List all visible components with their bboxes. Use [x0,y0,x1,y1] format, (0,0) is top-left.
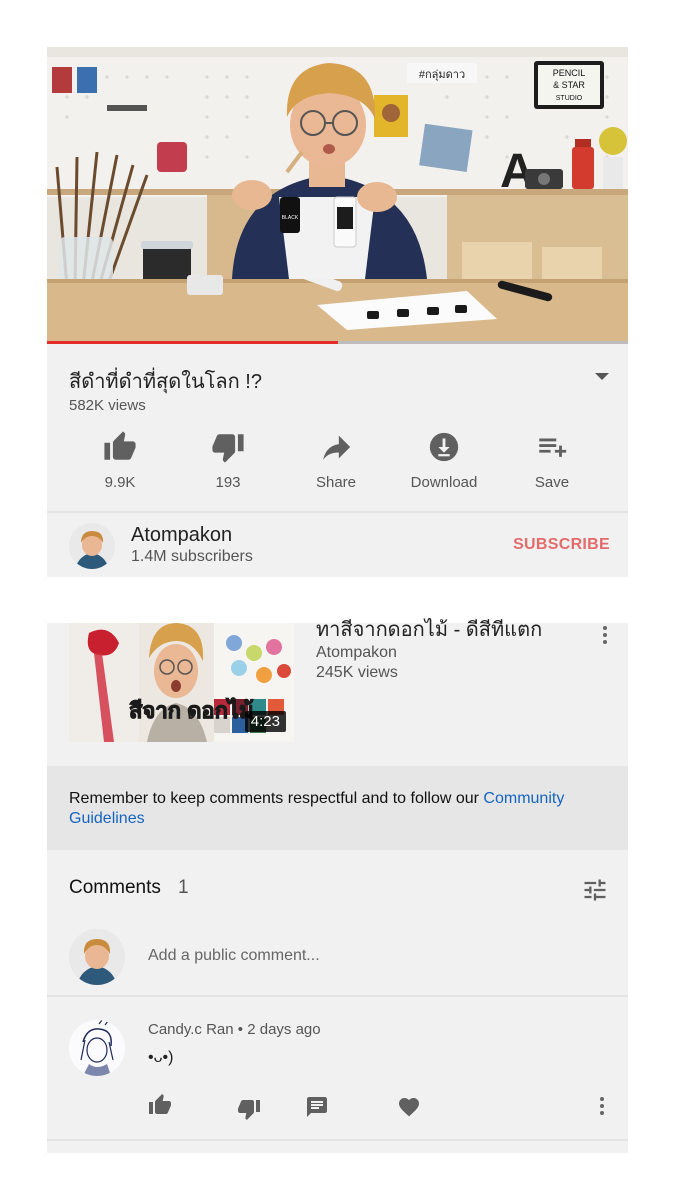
user-avatar-photo [69,929,125,985]
channel-name[interactable]: Atompakon [131,524,232,547]
comment-text: •ᴗ•) [148,1049,174,1066]
sign-line-1: PENCIL [553,68,586,78]
video-player[interactable]: PENCIL & STAR STUDIO #กลุ่มดาว A BLACK [47,47,628,344]
share-icon [323,435,351,460]
thumbs-up-icon [104,431,136,460]
video-info-panel: PENCIL & STAR STUDIO #กลุ่มดาว A BLACK ส… [47,47,628,577]
sign-line-2: & STAR [553,80,585,90]
thumbs-down-icon [212,434,244,463]
wall-tag-text: #กลุ่มดาว [419,69,465,81]
video-duration: 4:23 [244,711,286,732]
video-actions-bar: 9.9K 193 Share Download Save [47,430,628,500]
comment-meta-separator: • [237,1021,244,1038]
bottle-label: BLACK [282,215,299,221]
sign-line-3: STUDIO [556,95,583,102]
download-icon [429,432,459,462]
subscriber-count: 1.4M subscribers [131,548,253,565]
view-count: 582K views [69,397,146,414]
next-video-title[interactable]: ทาสีจากดอกไม้ - ดีสีทีแตก [316,613,542,645]
avatar-photo [69,523,115,569]
commenter-avatar-drawing [69,1020,125,1076]
next-video-thumbnail[interactable]: สีจาก ดอกไม้ 4:23 [69,623,294,742]
video-title: สีดำที่ดำที่สุดในโลก !? [69,371,262,393]
divider [47,511,628,513]
share-label: Share [315,474,357,491]
video-frame-illustration: PENCIL & STAR STUDIO #กลุ่มดาว A BLACK [47,47,628,344]
share-button[interactable]: Share [286,430,386,500]
community-notice-message: Remember to keep comments respectful and… [69,790,484,807]
comments-count: 1 [178,877,189,898]
video-progress-played [47,341,338,344]
commenter-avatar[interactable] [69,1020,125,1076]
comment-time: 2 days ago [247,1021,321,1038]
divider [47,1139,628,1141]
comments-heading: Comments [69,877,161,898]
video-progress-bar[interactable] [47,341,628,344]
next-video-views: 245K views [316,664,398,681]
video-more-options-icon[interactable] [603,626,607,647]
subscribe-button[interactable]: SUBSCRIBE [513,536,610,554]
divider [47,995,628,997]
user-avatar [69,929,125,985]
creator-heart-icon [399,1098,419,1117]
add-comment-input[interactable]: Add a public comment... [148,947,320,965]
dislike-button[interactable]: 193 [178,430,278,500]
community-notice-text: Remember to keep comments respectful and… [69,789,614,829]
download-label: Download [410,474,478,491]
comment-like-icon[interactable] [148,1093,172,1117]
comment-dislike-icon[interactable] [237,1097,261,1121]
save-button[interactable]: Save [502,430,602,500]
like-count: 9.9K [104,474,136,491]
expand-description-icon[interactable] [595,373,609,380]
download-button[interactable]: Download [394,430,494,500]
comment-author[interactable]: Candy.c Ran [148,1021,234,1038]
dislike-count: 193 [215,474,241,491]
comment-reply-icon[interactable] [305,1095,329,1119]
save-label: Save [534,474,570,491]
like-button[interactable]: 9.9K [70,430,170,500]
comment-meta: Candy.c Ran • 2 days ago [148,1021,321,1038]
channel-avatar[interactable] [69,523,115,569]
comment-more-options-icon[interactable] [600,1097,604,1118]
next-video-channel: Atompakon [316,644,397,661]
sort-comments-icon[interactable] [581,876,609,904]
save-playlist-icon [539,438,567,457]
thumbnail-caption: สีจาก ดอกไม้ [129,697,254,723]
comments-panel: สีจาก ดอกไม้ 4:23 ทาสีจากดอกไม้ - ดีสีที… [47,619,628,1153]
community-notice: Remember to keep comments respectful and… [47,766,628,850]
